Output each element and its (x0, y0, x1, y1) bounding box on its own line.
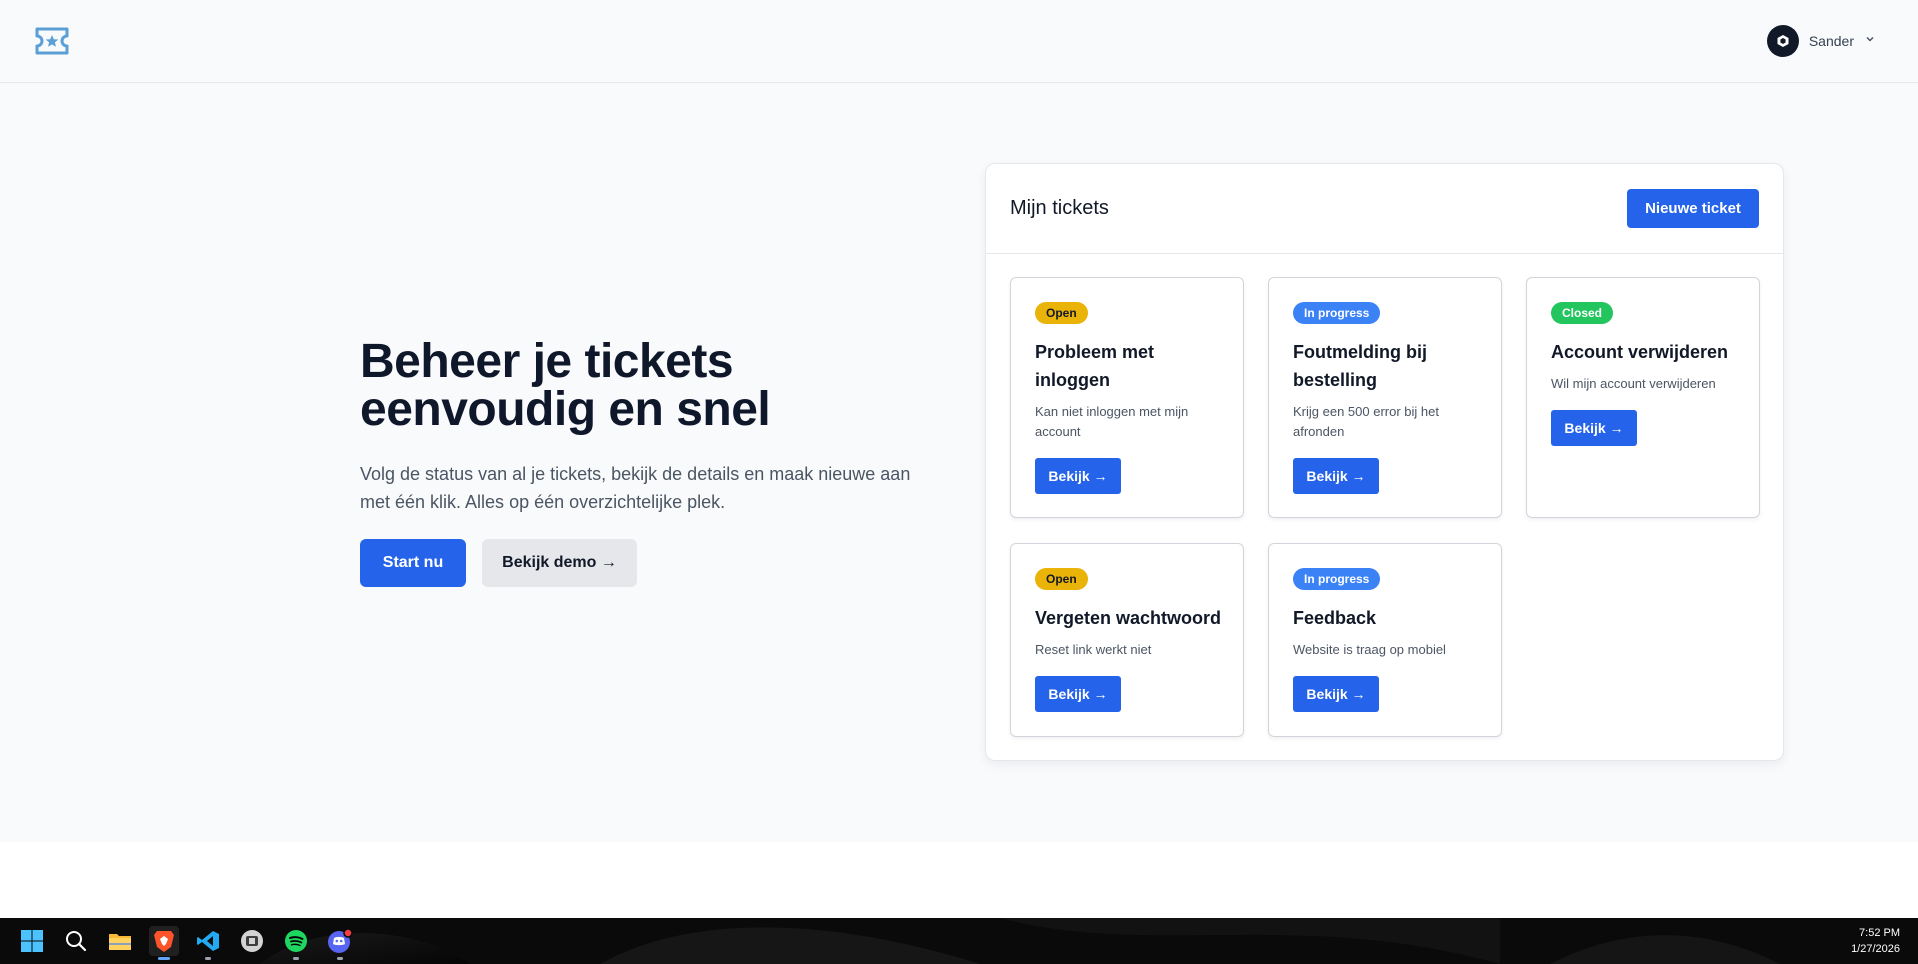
taskbar: 7:52 PM 1/27/2026 (0, 918, 1918, 964)
hero-description: Volg de status van al je tickets, bekijk… (360, 464, 911, 512)
ticket-card: Open Probleem met inloggen Kan niet inlo… (1010, 277, 1244, 518)
ticket-title: Foutmelding bij bestelling (1293, 342, 1427, 390)
active-app-indicator (158, 957, 170, 960)
app-icon[interactable] (237, 926, 267, 956)
ticket-star-icon[interactable] (34, 26, 70, 56)
view-ticket-button[interactable]: Bekijk → (1293, 676, 1379, 712)
system-clock[interactable]: 7:52 PM 1/27/2026 (1851, 925, 1900, 957)
top-navbar: Sander (0, 0, 1918, 83)
ticket-card: Closed Account verwijderen Wil mijn acco… (1526, 277, 1760, 518)
spotify-icon[interactable] (281, 926, 311, 960)
ticket-description: Wil mijn account verwijderen (1551, 376, 1716, 391)
ticket-description: Website is traag op mobiel (1293, 642, 1446, 657)
view-ticket-button[interactable]: Bekijk → (1551, 410, 1637, 446)
status-badge: Closed (1551, 302, 1614, 324)
discord-icon[interactable] (325, 926, 355, 960)
chevron-down-icon (1864, 32, 1876, 50)
tickets-panel-header: Mijn tickets Nieuwe ticket (986, 164, 1783, 254)
start-now-button[interactable]: Start nu (360, 539, 466, 587)
hero-title: Beheer je tickets eenvoudig en snel (360, 338, 880, 434)
user-name: Sander (1808, 33, 1854, 49)
view-ticket-button[interactable]: Bekijk → (1035, 458, 1121, 494)
ticket-title: Account verwijderen (1551, 342, 1729, 362)
status-badge: Open (1035, 302, 1088, 324)
view-ticket-button[interactable]: Bekijk → (1293, 458, 1379, 494)
tickets-panel-title: Mijn tickets (1010, 197, 1109, 219)
hero-title-line1: Beheer je tickets (360, 335, 734, 388)
ticket-title: Vergeten wachtwoord (1035, 608, 1222, 628)
ticket-card: In progress Foutmelding bij bestelling K… (1268, 277, 1502, 518)
ticket-card: Open Vergeten wachtwoord Reset link werk… (1010, 543, 1244, 737)
ticket-card: In progress Feedback Website is traag op… (1268, 543, 1502, 737)
new-ticket-button[interactable]: Nieuwe ticket (1627, 189, 1759, 228)
tickets-panel: Mijn tickets Nieuwe ticket Open Probleem… (985, 163, 1784, 761)
running-app-indicator (205, 957, 211, 960)
search-icon[interactable] (61, 926, 91, 956)
windows-start-icon[interactable] (17, 926, 47, 956)
user-menu[interactable]: Sander (1766, 25, 1876, 57)
status-badge: Open (1035, 568, 1088, 590)
view-ticket-button[interactable]: Bekijk → (1035, 676, 1121, 712)
vscode-icon[interactable] (193, 926, 223, 960)
avatar-logo-icon (1766, 25, 1799, 57)
status-badge: In progress (1293, 568, 1381, 590)
view-demo-button[interactable]: Bekijk demo → (482, 539, 637, 587)
running-app-indicator (337, 957, 343, 960)
ticket-title: Feedback (1293, 608, 1377, 628)
clock-time: 7:52 PM (1859, 927, 1900, 939)
running-app-indicator (293, 957, 299, 960)
clock-date: 1/27/2026 (1851, 943, 1900, 955)
ticket-description: Krijg een 500 error bij het afronden (1293, 404, 1439, 439)
status-badge: In progress (1293, 302, 1381, 324)
ticket-title: Probleem met inloggen (1035, 342, 1155, 390)
below-section (0, 842, 1918, 918)
file-explorer-icon[interactable] (105, 926, 135, 956)
ticket-description: Kan niet inloggen met mijn account (1035, 404, 1189, 439)
ticket-description: Reset link werkt niet (1035, 642, 1152, 657)
hero-title-line2: eenvoudig en snel (360, 383, 771, 436)
brave-browser-icon[interactable] (149, 926, 179, 960)
